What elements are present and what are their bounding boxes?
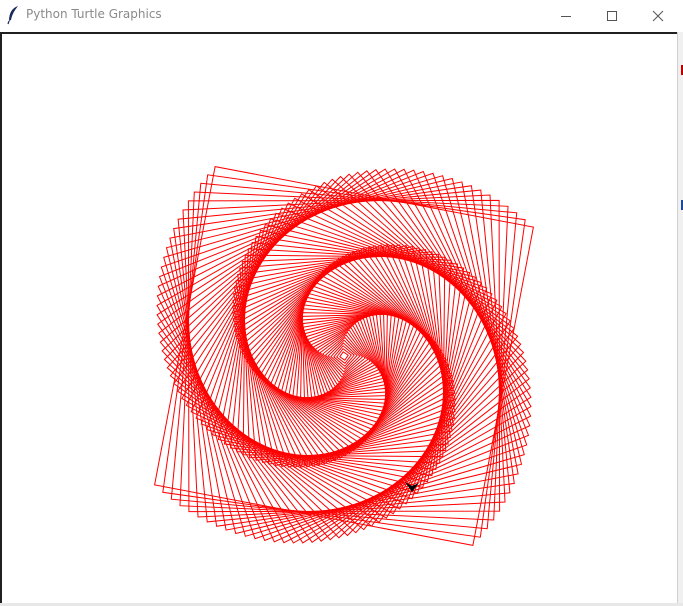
square-outline [231,243,457,469]
close-icon [652,10,664,22]
square-outline [269,281,419,431]
square-outline [288,300,400,412]
turtle-window: Python Turtle Graphics [0,0,683,606]
square-outline [181,193,507,519]
square-outline [163,175,525,537]
square-outline [232,244,456,468]
square-outline [166,178,522,534]
square-outline [157,169,531,543]
square-outline [235,247,453,465]
square-outline [236,248,452,464]
turtle-canvas-area[interactable] [0,32,677,603]
square-outline [177,189,511,523]
square-outline [177,189,511,523]
square-outline [248,260,440,452]
square-outline [232,244,456,468]
square-outline [173,185,515,527]
square-outline [240,252,448,460]
square-outline [301,313,387,399]
feather-icon [5,5,23,25]
spiral-square-drawing [154,166,534,546]
square-outline [229,241,459,471]
square-outline [156,168,532,544]
turtle-drawing [154,166,534,546]
square-outline [242,254,446,458]
square-outline [327,339,361,373]
square-outline [158,170,530,542]
square-outline [159,171,529,541]
minimize-icon [560,10,572,22]
square-outline [170,182,518,530]
square-outline [272,284,416,428]
title-bar[interactable]: Python Turtle Graphics [0,0,683,31]
square-outline [185,197,503,515]
square-outline [232,244,456,468]
square-outline [303,315,385,397]
minimize-button[interactable] [543,0,589,31]
square-outline [339,351,349,361]
square-outline [236,248,452,464]
maximize-button[interactable] [589,0,635,31]
window-edge [677,32,683,606]
window-title: Python Turtle Graphics [26,7,162,21]
close-button[interactable] [635,0,681,31]
square-outline [163,175,525,537]
square-outline [265,277,423,435]
square-outline [223,235,465,477]
square-outline [301,313,387,399]
square-outline [261,273,427,439]
square-outline [156,168,532,544]
square-outline [232,244,456,468]
square-outline [156,168,532,544]
square-outline [235,247,453,465]
square-outline [157,169,531,543]
square-outline [241,253,447,459]
square-outline [237,249,451,463]
maximize-icon [606,10,618,22]
square-outline [190,202,498,510]
square-outline [165,177,523,535]
square-outline [243,255,445,457]
square-outline [160,172,528,540]
square-outline [158,170,530,542]
